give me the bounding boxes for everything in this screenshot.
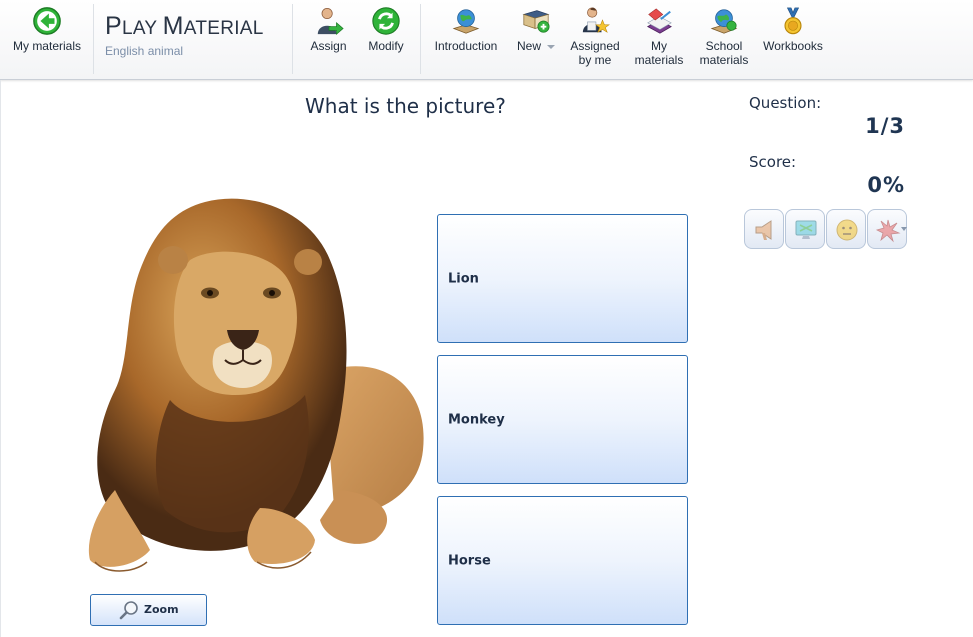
smiley-icon — [836, 219, 858, 241]
toolbar-separator — [420, 4, 421, 74]
back-label: My materials — [12, 39, 81, 53]
answer-label: Monkey — [448, 412, 505, 427]
page-title: PLAY MATERIAL — [105, 12, 264, 40]
assigned-label-line2: by me — [578, 53, 612, 67]
school-materials-label-line2: materials — [699, 53, 749, 67]
introduction-label: Introduction — [434, 39, 498, 53]
new-label: New — [516, 39, 541, 53]
school-globe-icon — [710, 9, 738, 34]
modify-refresh-icon — [372, 7, 400, 35]
introduction-globe-icon — [452, 9, 480, 34]
question-counter-value: 1/3 — [865, 114, 905, 138]
assigned-teacher-icon — [582, 7, 610, 33]
toolbar: My materials PLAY MATERIAL English anima… — [0, 0, 973, 80]
score-label: Score: — [749, 153, 797, 171]
emotion-tool-button[interactable] — [826, 209, 866, 249]
assign-user-icon — [317, 7, 344, 35]
assigned-label-line1: Assigned — [570, 39, 620, 53]
lion-picture — [88, 198, 424, 572]
new-dropdown-button[interactable]: New — [512, 6, 560, 53]
question-text: What is the picture? — [305, 94, 506, 118]
zoom-label: Zoom — [144, 603, 179, 616]
introduction-button[interactable]: Introduction — [430, 6, 502, 53]
back-to-my-materials-button[interactable]: My materials — [8, 6, 86, 53]
answer-option-monkey[interactable]: Monkey — [437, 355, 688, 484]
zoom-magnifier-icon — [119, 601, 138, 620]
sound-tool-button[interactable] — [744, 209, 784, 249]
workbooks-label: Workbooks — [763, 39, 823, 53]
chevron-down-icon[interactable] — [899, 209, 909, 249]
zoom-button[interactable]: Zoom — [90, 594, 207, 626]
new-book-icon — [522, 10, 550, 33]
school-materials-label-line1: School — [705, 39, 743, 53]
monitor-icon — [795, 220, 817, 239]
answer-label: Horse — [448, 553, 491, 568]
assign-label: Assign — [310, 39, 347, 53]
toolbar-separator — [292, 4, 293, 74]
toolbar-separator — [93, 4, 94, 74]
question-counter-label: Question: — [749, 94, 822, 112]
answer-option-horse[interactable]: Horse — [437, 496, 688, 625]
modify-label: Modify — [368, 39, 404, 53]
back-arrow-icon — [33, 7, 61, 35]
workbooks-button[interactable]: Workbooks — [760, 6, 826, 53]
my-materials-label-line1: My — [651, 39, 667, 53]
megaphone-icon — [755, 220, 772, 240]
my-materials-label-line2: materials — [634, 53, 684, 67]
screen-tool-button[interactable] — [785, 209, 825, 249]
content-left-border — [0, 80, 1, 637]
workbooks-medal-icon — [784, 7, 802, 35]
modify-button[interactable]: Modify — [364, 6, 408, 53]
school-materials-button[interactable]: School materials — [694, 6, 754, 67]
answer-label: Lion — [448, 271, 479, 286]
chevron-down-icon — [547, 44, 555, 49]
my-materials-book-icon — [646, 8, 672, 34]
score-value: 0% — [867, 173, 905, 197]
page-subtitle: English animal — [105, 44, 184, 58]
my-materials-button[interactable]: My materials — [630, 6, 688, 67]
answer-option-lion[interactable]: Lion — [437, 214, 688, 343]
assigned-by-me-button[interactable]: Assigned by me — [566, 6, 624, 67]
splash-icon — [875, 219, 901, 243]
page-title-block: PLAY MATERIAL English animal — [105, 12, 264, 58]
assign-button[interactable]: Assign — [306, 6, 351, 53]
